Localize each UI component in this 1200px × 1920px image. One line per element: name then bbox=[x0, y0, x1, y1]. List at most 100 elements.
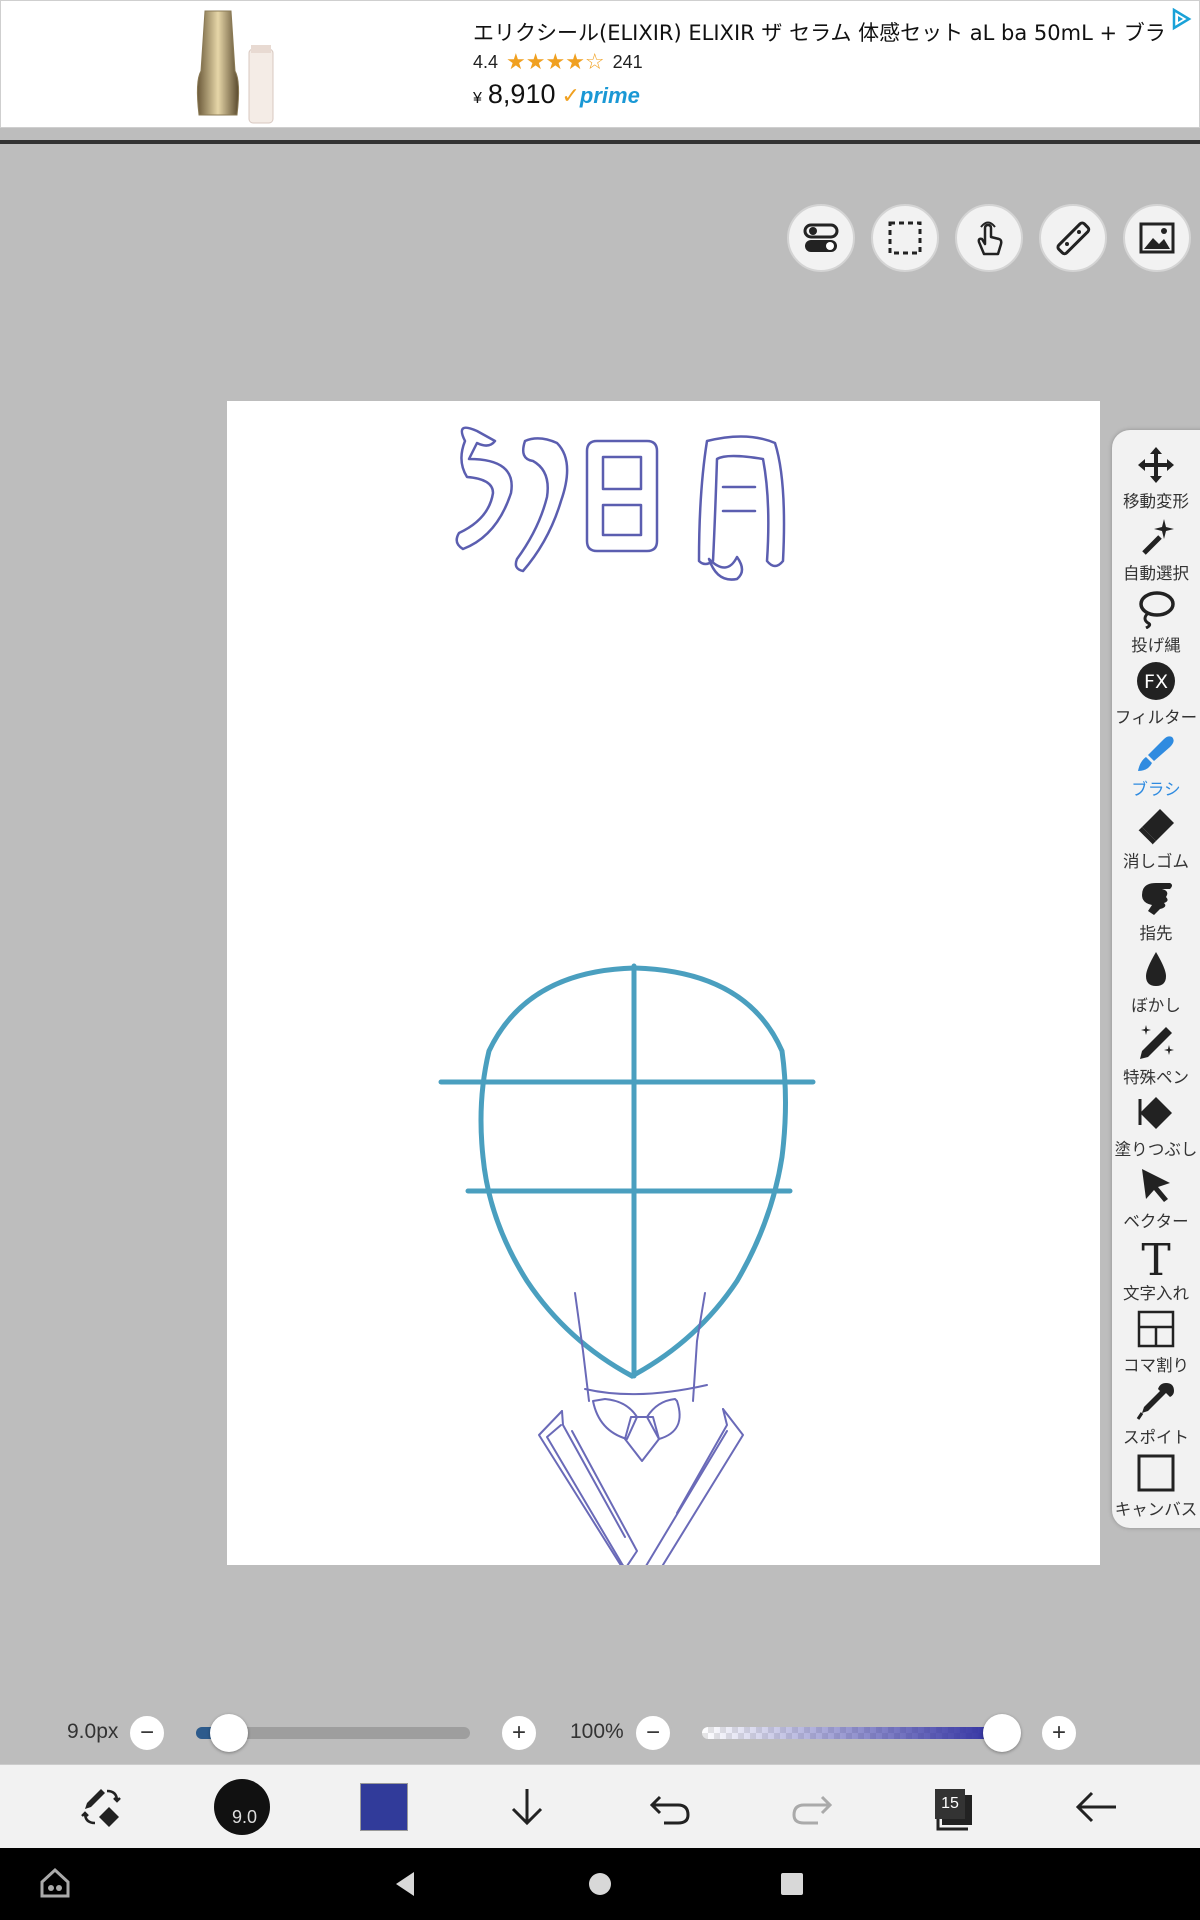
tool-label: ぼかし bbox=[1131, 996, 1181, 1015]
svg-text:T: T bbox=[1141, 1235, 1170, 1279]
brush-preview: 9.0 bbox=[214, 1779, 270, 1835]
tool-canvas[interactable]: キャンバス bbox=[1112, 1452, 1200, 1524]
redo-icon bbox=[792, 1795, 833, 1825]
opacity-decrease-button[interactable]: − bbox=[634, 1714, 672, 1752]
tool-move-transform[interactable]: 移動変形 bbox=[1112, 444, 1200, 516]
brush-size-label: 9.0px bbox=[67, 1720, 119, 1743]
tool-label: 投げ縄 bbox=[1131, 636, 1181, 655]
save-button[interactable] bbox=[482, 1765, 572, 1849]
svg-text:FX: FX bbox=[1144, 671, 1168, 693]
review-count: 241 bbox=[612, 51, 643, 72]
tool-label: キャンバス bbox=[1114, 1500, 1198, 1519]
tool-label: ブラシ bbox=[1131, 780, 1181, 799]
lasso-icon bbox=[1139, 591, 1175, 629]
nav-recents-icon[interactable] bbox=[780, 1872, 804, 1896]
brush-size-decrease-button[interactable]: − bbox=[128, 1714, 166, 1752]
tool-label: フィルター bbox=[1114, 708, 1198, 727]
opacity-label: 100% bbox=[570, 1720, 624, 1743]
tool-label: 塗りつぶし bbox=[1114, 1140, 1198, 1159]
tool-label: 特殊ペン bbox=[1123, 1068, 1189, 1087]
system-nav-bar bbox=[0, 1848, 1200, 1920]
tool-label: 消しゴム bbox=[1123, 852, 1189, 871]
ruler-icon bbox=[1056, 221, 1091, 256]
back-button[interactable] bbox=[1051, 1765, 1141, 1849]
vector-icon bbox=[1142, 1169, 1170, 1202]
rating-value: 4.4 bbox=[473, 51, 499, 72]
canvas-icon bbox=[1137, 1454, 1175, 1492]
tool-eyedropper[interactable]: スポイト bbox=[1112, 1380, 1200, 1452]
ad-title[interactable]: エリクシール(ELIXIR) ELIXIR ザ セラム 体感セット aL ba … bbox=[473, 17, 1163, 47]
home-app-icon[interactable] bbox=[38, 1866, 72, 1900]
star-rating-icon: ★★★★☆ bbox=[506, 49, 605, 74]
opacity-increase-button[interactable]: + bbox=[1040, 1714, 1078, 1752]
text-icon: T bbox=[1141, 1235, 1170, 1279]
pen-eraser-swap-icon bbox=[81, 1789, 121, 1827]
undo-button[interactable] bbox=[625, 1765, 715, 1849]
tool-special-pen[interactable]: 特殊ペン bbox=[1112, 1020, 1200, 1092]
toggle-settings-button[interactable] bbox=[787, 204, 855, 272]
bottom-action-bar: 9.0 bbox=[0, 1764, 1200, 1848]
tool-brush[interactable]: ブラシ bbox=[1112, 732, 1200, 804]
frame-icon bbox=[1137, 1310, 1175, 1348]
tool-smudge[interactable]: 指先 bbox=[1112, 876, 1200, 948]
fx-icon: FX bbox=[1137, 662, 1175, 700]
fill-icon bbox=[1138, 1097, 1172, 1129]
selection-icon bbox=[888, 221, 922, 255]
head-guide bbox=[438, 963, 816, 1379]
drawing-canvas[interactable] bbox=[227, 401, 1100, 1600]
selection-button[interactable] bbox=[871, 204, 939, 272]
currency-symbol: ¥ bbox=[473, 90, 482, 107]
color-button[interactable] bbox=[339, 1765, 429, 1849]
brush-slider-row: 9.0px − + 100% − + bbox=[0, 1700, 1200, 1764]
tool-fill[interactable]: 塗りつぶし bbox=[1112, 1092, 1200, 1164]
current-color-swatch bbox=[360, 1783, 408, 1831]
touch-icon bbox=[977, 221, 1003, 256]
brush-icon bbox=[1138, 736, 1174, 771]
ruler-button[interactable] bbox=[1039, 204, 1107, 272]
prime-check-icon: ✓ bbox=[561, 83, 580, 108]
tool-frame-divider[interactable]: コマ割り bbox=[1112, 1308, 1200, 1380]
ad-price: ¥ 8,910 ✓prime bbox=[473, 79, 640, 110]
brush-size-handle[interactable] bbox=[209, 1714, 248, 1752]
tool-lasso[interactable]: 投げ縄 bbox=[1112, 588, 1200, 660]
redo-button[interactable] bbox=[767, 1765, 857, 1849]
arrow-left-icon bbox=[1075, 1791, 1116, 1823]
opacity-slider[interactable] bbox=[702, 1727, 1002, 1739]
ad-banner[interactable]: エリクシール(ELIXIR) ELIXIR ザ セラム 体感セット aL ba … bbox=[0, 0, 1200, 128]
tool-label: 文字入れ bbox=[1123, 1284, 1189, 1303]
tool-text[interactable]: T 文字入れ bbox=[1112, 1235, 1200, 1308]
product-image[interactable] bbox=[187, 5, 287, 125]
nav-home-icon[interactable] bbox=[588, 1872, 612, 1896]
brush-size-button[interactable]: 9.0 bbox=[197, 1765, 287, 1849]
prime-label: prime bbox=[579, 83, 640, 108]
reference-image-button[interactable] bbox=[1123, 204, 1191, 272]
eyedropper-icon bbox=[1136, 1383, 1174, 1420]
arrow-down-icon bbox=[511, 1789, 543, 1826]
tool-panel: 移動変形 自動選択 投げ縄 FX フィルター ブラシ 消しゴム 指先 ぼかし 特… bbox=[1112, 430, 1200, 1528]
tool-label: 指先 bbox=[1139, 924, 1173, 943]
tool-label: コマ割り bbox=[1123, 1356, 1189, 1375]
adchoices-icon[interactable] bbox=[1169, 7, 1193, 31]
image-icon bbox=[1139, 222, 1175, 254]
tool-filter[interactable]: FX フィルター bbox=[1112, 660, 1200, 732]
opacity-handle[interactable] bbox=[983, 1714, 1021, 1752]
nav-back-icon[interactable] bbox=[392, 1870, 418, 1898]
tool-blur[interactable]: ぼかし bbox=[1112, 948, 1200, 1020]
tool-label: スポイト bbox=[1123, 1428, 1189, 1447]
undo-icon bbox=[649, 1795, 690, 1825]
tool-eraser[interactable]: 消しゴム bbox=[1112, 804, 1200, 876]
touch-button[interactable] bbox=[955, 204, 1023, 272]
toggles-icon bbox=[803, 223, 839, 252]
eraser-icon bbox=[1137, 809, 1174, 845]
brush-size-value: 9.0 bbox=[232, 1807, 258, 1827]
tool-label: 移動変形 bbox=[1123, 492, 1189, 511]
brush-size-increase-button[interactable]: + bbox=[500, 1714, 538, 1752]
layer-count: 15 bbox=[935, 1789, 965, 1819]
price-value: 8,910 bbox=[487, 79, 556, 109]
tool-vector[interactable]: ベクター bbox=[1112, 1164, 1200, 1236]
swap-pen-eraser-button[interactable] bbox=[56, 1765, 146, 1849]
tool-label: 自動選択 bbox=[1123, 564, 1189, 583]
divider bbox=[0, 140, 1200, 144]
tool-auto-select[interactable]: 自動選択 bbox=[1112, 516, 1200, 588]
magic-wand-icon bbox=[1142, 519, 1174, 555]
